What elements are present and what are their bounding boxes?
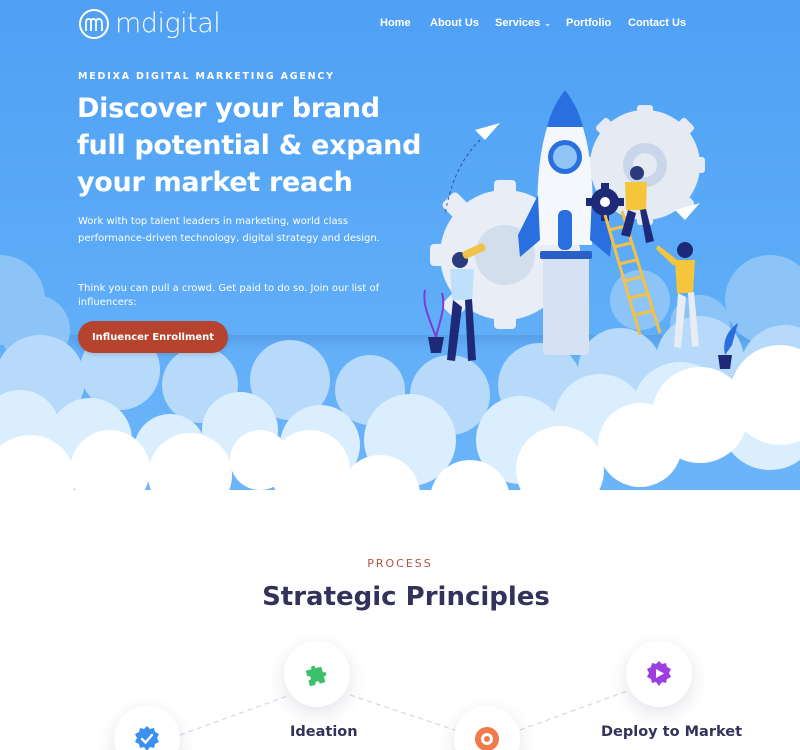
process-eyebrow: PROCESS <box>367 557 433 570</box>
nav-item-services-label: Services <box>495 17 541 29</box>
hero-description: Work with top talent leaders in marketin… <box>78 216 380 244</box>
checkmark-badge-icon <box>135 726 159 750</box>
nav-item-contact-us[interactable]: Contact Us <box>628 17 686 29</box>
hero-headline: Discover your brand full potential & exp… <box>77 93 422 198</box>
person-figure <box>656 242 699 348</box>
nav-item-about-us[interactable]: About Us <box>430 17 479 29</box>
step-deploy-label: Deploy to Market <box>601 724 743 740</box>
nav-item-home[interactable]: Home <box>380 17 411 29</box>
puzzle-icon <box>305 665 327 687</box>
step-4-circle <box>626 641 692 707</box>
influencer-text: Think you can pull a crowd. Get paid to … <box>78 283 380 308</box>
nav-item-portfolio[interactable]: Portfolio <box>566 17 611 29</box>
step-ideation-label: Ideation <box>290 724 358 740</box>
influencer-enrollment-button[interactable]: Influencer Enrollment <box>78 321 228 353</box>
chevron-down-icon: ⌄ <box>544 19 551 28</box>
step-2-circle <box>284 641 350 707</box>
main-nav: Home About Us Services ⌄ Portfolio Contac… <box>0 17 800 31</box>
play-badge-icon <box>647 661 671 686</box>
target-icon <box>475 727 499 750</box>
hero-section: mdigital Home About Us Services ⌄ Portfol… <box>0 0 800 520</box>
rocket-illustration <box>423 90 738 369</box>
hero-eyebrow: MEDIXA DIGITAL MARKETING AGENCY <box>78 71 335 82</box>
process-title: Strategic Principles <box>262 582 550 612</box>
nav-item-services[interactable]: Services ⌄ <box>495 17 551 29</box>
